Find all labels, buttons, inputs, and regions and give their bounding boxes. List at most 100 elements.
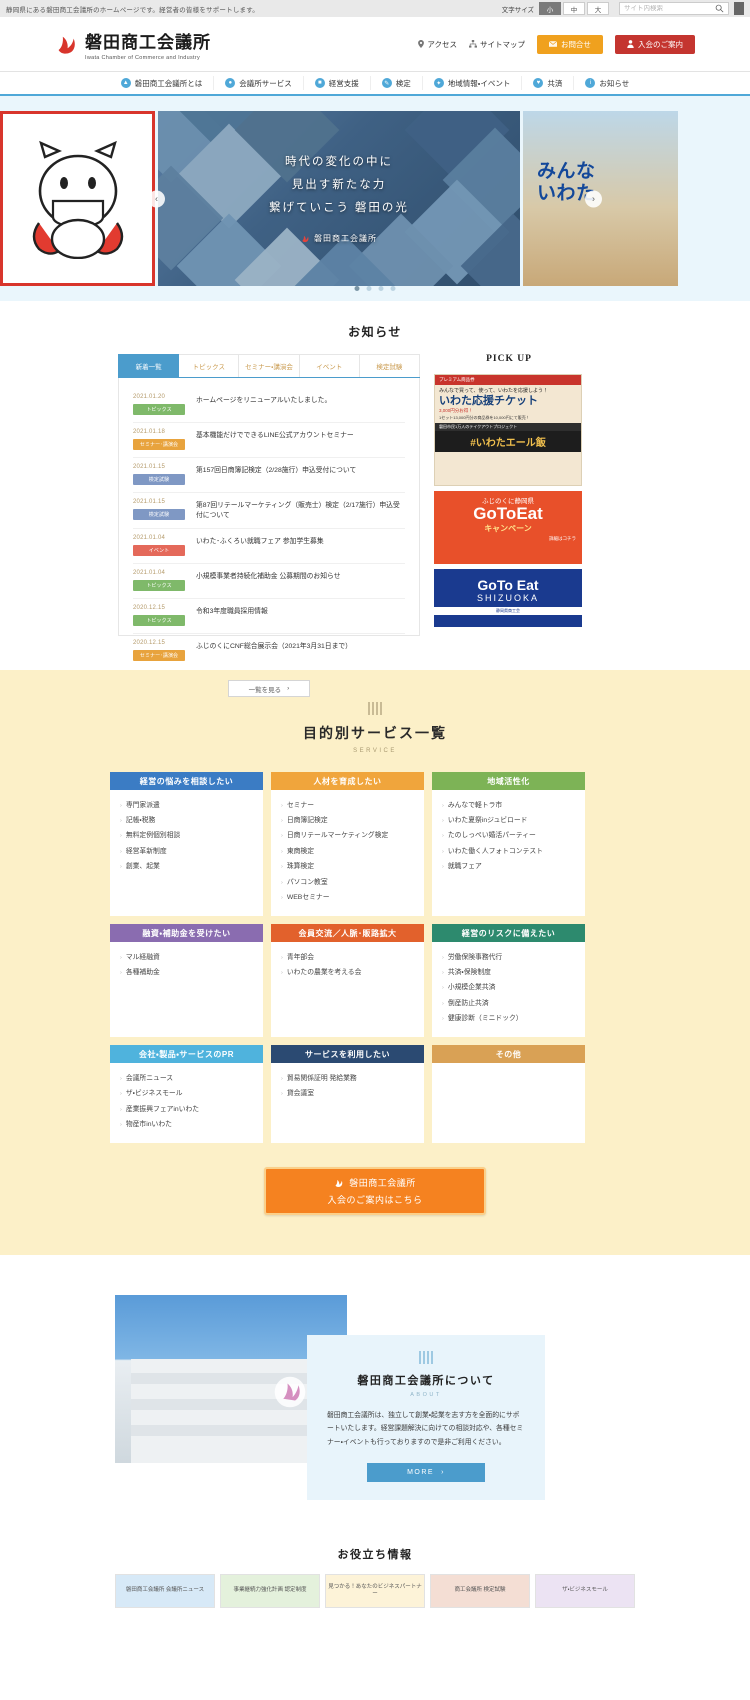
news-tab-exam[interactable]: 検定試験 (359, 354, 421, 377)
useful-banner[interactable]: 磐田商工会議所 会議所ニュース (115, 1573, 215, 1608)
news-item[interactable]: 2021.01.15 検定試験 第87回リテールマーケティング（販売士）検定（2… (133, 493, 405, 530)
service-link[interactable]: › いわたの農業を考える会 (281, 966, 414, 981)
search-icon[interactable] (715, 4, 724, 13)
service-link[interactable]: › 産業振興フェアinいわた (120, 1102, 253, 1117)
font-size-small-button[interactable]: 小 (539, 2, 561, 15)
service-link[interactable]: › 貿易関係証明 発給業務 (281, 1071, 414, 1086)
nav-exam[interactable]: ✎ 検定 (371, 76, 423, 90)
service-link[interactable]: › 日商リテールマーケティング検定 (281, 829, 414, 844)
service-link[interactable]: › いわた夏祭inジュビロード (442, 813, 575, 828)
service-section: 目的別サービス一覧 SERVICE 経営の悩みを相談したい › 専門家派遣 › 記帳… (0, 670, 750, 1255)
news-item[interactable]: 2021.01.18 セミナー･講演会 基本機能だけでできるLINE公式アカウン… (133, 423, 405, 458)
service-link[interactable]: › 健康診断（ミニドック） (442, 1012, 575, 1027)
hero-headline-line1: 時代の変化の中に (285, 156, 393, 168)
membership-cta-button[interactable]: 磐田商工会議所 入会のご案内はこちら (264, 1167, 486, 1215)
nav-support[interactable]: ■ 経営支援 (304, 76, 371, 90)
service-link[interactable]: › パソコン教室 (281, 875, 414, 890)
news-tab-event[interactable]: イベント (299, 354, 360, 377)
hero-prev-button[interactable]: ‹ (148, 190, 165, 207)
useful-banner[interactable]: 見つかる！あなたのビジネスパートナー (325, 1573, 425, 1608)
language-toggle[interactable] (734, 2, 744, 15)
service-card-use: サービスを利用したい › 貿易関係証明 発給業務 › 貸会議室 (271, 1045, 424, 1143)
news-item[interactable]: 2021.01.04 トピックス 小規模事業者持続化補助金 公募期間のお知らせ (133, 564, 405, 600)
service-link[interactable]: › 東商検定 (281, 844, 414, 859)
service-link[interactable]: › 青年部会 (281, 950, 414, 965)
service-link[interactable]: › 記帳・税務 (120, 813, 253, 828)
service-link[interactable]: › ザ・ビジネスモール (120, 1087, 253, 1102)
service-card-heading: 経営の悩みを相談したい (110, 772, 263, 790)
about-more-button[interactable]: MORE › (367, 1462, 485, 1482)
service-link[interactable]: › 会議所ニュース (120, 1071, 253, 1086)
news-item[interactable]: 2020.12.15 セミナー･講演会 ふじのくにCNF総合展示会（2021年3… (133, 634, 405, 668)
news-heading: お知らせ (0, 323, 750, 340)
hero-slider: 時代の変化の中に 見出す新たな力 繋げていこう 磐田の光 磐田商工会議所 みんな… (0, 96, 750, 301)
hero-slide-center[interactable]: 時代の変化の中に 見出す新たな力 繋げていこう 磐田の光 磐田商工会議所 (158, 111, 520, 286)
hero-dot-2[interactable] (366, 286, 372, 291)
nav-news[interactable]: i お知らせ (574, 76, 640, 90)
news-tab-topics[interactable]: トピックス (179, 354, 240, 377)
nav-events[interactable]: ✦ 地域情報・イベント (423, 76, 523, 90)
service-link[interactable]: › 経営革新制度 (120, 844, 253, 859)
font-size-medium-button[interactable]: 中 (563, 2, 585, 15)
news-item[interactable]: 2021.01.15 検定試験 第157回日商簿記検定（2/28施行）申込受付に… (133, 458, 405, 493)
site-search[interactable] (619, 2, 729, 15)
hero-right-line1: みんな (537, 161, 596, 182)
useful-banner[interactable]: 商工会議所 検定試験 (430, 1573, 530, 1608)
chevron-right-icon: › (281, 864, 283, 871)
news-item[interactable]: 2020.12.15 トピックス 令和3年度職員採用情報 (133, 599, 405, 635)
font-size-large-button[interactable]: 大 (587, 2, 609, 15)
service-link[interactable]: › 就職フェア (442, 860, 575, 875)
useful-banner[interactable]: 事業継続力強化計画 認定制度 (220, 1573, 320, 1608)
useful-banner[interactable]: ザ・ビジネスモール (535, 1573, 635, 1608)
ticket-banner-detail: 1セット13,000円分の商品券を10,000円にて販売！ (439, 415, 530, 421)
contact-button[interactable]: お問合せ (537, 34, 603, 54)
sitemap-link[interactable]: サイトマップ (469, 39, 525, 50)
goto-eat-shizuoka-banner[interactable]: GoTo Eat SHIZUOKA 静岡県商工会 (434, 569, 582, 627)
iwata-ouen-ticket-banner[interactable]: プレミアム商品券 みんなで買って、使って、いわたを応援しよう！ いわた応援チケッ… (434, 374, 582, 486)
news-tab-all[interactable]: 新着一覧 (118, 354, 180, 377)
pin-icon (418, 40, 425, 48)
service-link[interactable]: › 専門家派遣 (120, 798, 253, 813)
about-title: 磐田商工会議所について (357, 1375, 495, 1387)
news-category-badge: トピックス (133, 580, 185, 592)
nav-about[interactable]: ▲ 磐田商工会議所とは (110, 76, 215, 90)
search-input[interactable] (624, 5, 715, 12)
service-link[interactable]: › 無料定例個別相談 (120, 829, 253, 844)
site-logo[interactable]: 磐田商工会議所 Iwata Chamber of Commerce and In… (55, 28, 211, 61)
nav-mutualaid[interactable]: ♥ 共済 (522, 76, 575, 90)
service-link[interactable]: › 創業、起業 (120, 860, 253, 875)
hero-dot-3[interactable] (378, 286, 384, 291)
nav-services[interactable]: ● 会議所サービス (214, 76, 304, 90)
service-link[interactable]: › 日商簿記検定 (281, 813, 414, 828)
service-link[interactable]: › 倒産防止共済 (442, 996, 575, 1011)
about-card: 磐田商工会議所について ABOUT 磐田商工会議所は、独立して創業・起業を志す方… (307, 1335, 545, 1500)
membership-button[interactable]: 入会のご案内 (615, 34, 695, 54)
hero-slide-left[interactable] (0, 111, 155, 286)
news-item[interactable]: 2021.01.20 トピックス ホームページをリニューアルいたしました。 (133, 388, 405, 423)
person-icon (627, 40, 634, 48)
service-link[interactable]: › 貸会議室 (281, 1087, 414, 1102)
goto-eat-banner[interactable]: ふじのくに静岡県 GoToEat キャンペーン 詳細はコチラ (434, 491, 582, 564)
service-link[interactable]: › マル経融資 (120, 950, 253, 965)
service-link[interactable]: › 各種補助金 (120, 966, 253, 981)
service-link[interactable]: › 珠算検定 (281, 860, 414, 875)
service-link[interactable]: › WEBセミナー (281, 891, 414, 906)
news-tab-seminar[interactable]: セミナー・講演会 (239, 354, 300, 377)
service-link[interactable]: › 物産市inいわた (120, 1118, 253, 1133)
service-link[interactable]: › セミナー (281, 798, 414, 813)
service-link[interactable]: › たのしっぺい婚活パーティー (442, 829, 575, 844)
news-category-badge: トピックス (133, 615, 185, 627)
hero-dot-4[interactable] (390, 286, 396, 291)
hero-dot-1[interactable] (354, 286, 360, 291)
service-link[interactable]: › みんなで軽トラ市 (442, 798, 575, 813)
service-link[interactable]: › 労働保険事務代行 (442, 950, 575, 965)
service-card-networking: 会員交流／人脈･販路拡大 › 青年部会 › いわたの農業を考える会 (271, 924, 424, 1038)
news-item[interactable]: 2021.01.04 イベント いわた･ふくろい就職フェア 参加学生募集 (133, 529, 405, 565)
service-link[interactable]: › 共済・保険制度 (442, 966, 575, 981)
hero-next-button[interactable]: › (585, 190, 602, 207)
news-more-button[interactable]: 一覧を見る › (228, 680, 310, 698)
access-link[interactable]: アクセス (418, 39, 457, 50)
service-link[interactable]: › 小規模企業共済 (442, 981, 575, 996)
chevron-right-icon: › (120, 1122, 122, 1129)
service-link[interactable]: › いわた働く人フォトコンテスト (442, 844, 575, 859)
